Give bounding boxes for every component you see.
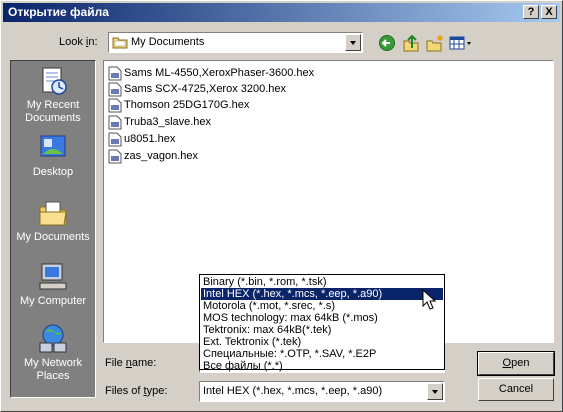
folder-icon: [112, 37, 128, 49]
file-type-dropdown-list: Binary (*.bin, *.rom, *.tsk) Intel HEX (…: [199, 274, 445, 372]
hex-file-icon: [108, 82, 122, 97]
hex-file-icon: [108, 66, 122, 81]
chevron-down-icon: [350, 41, 356, 45]
place-my-computer[interactable]: My Computer: [11, 261, 95, 308]
file-type-option[interactable]: MOS technology: max 64kB (*.mos): [201, 312, 443, 324]
hex-file-icon: [108, 98, 122, 113]
file-type-label: Files of type:: [105, 385, 168, 397]
place-label: My Documents: [16, 231, 90, 243]
hex-file-icon: [108, 115, 122, 130]
file-type-option[interactable]: Ext. Tektronix (*.tek): [201, 336, 443, 348]
file-type-option[interactable]: Motorola (*.mot, *.srec, *.s): [201, 300, 443, 312]
desktop-icon: [40, 135, 66, 157]
open-file-dialog: Открытие файла ? X Look in: My Documents: [0, 0, 563, 412]
network-places-icon: [39, 324, 67, 353]
places-bar: My Recent Documents Desktop My Documents: [10, 60, 96, 398]
file-type-option[interactable]: Binary (*.bin, *.rom, *.tsk): [201, 276, 443, 288]
my-documents-icon: [39, 201, 67, 226]
new-folder-icon[interactable]: [425, 34, 445, 52]
recent-documents-icon: [42, 67, 67, 95]
place-label: My Computer: [19, 295, 87, 307]
place-label: My Recent Documents: [25, 99, 81, 124]
place-label: My Network Places: [23, 357, 83, 382]
up-folder-icon[interactable]: [401, 34, 421, 52]
file-type-option-selected[interactable]: Intel HEX (*.hex, *.mcs, *.eep, *.a90): [201, 288, 443, 300]
file-name-label: File name:: [105, 357, 157, 369]
file-type-combo[interactable]: Intel HEX (*.hex, *.mcs, *.eep, *.a90): [199, 381, 445, 402]
file-type-option[interactable]: Все файлы (*.*): [201, 360, 443, 372]
window-title: Открытие файла: [8, 5, 109, 19]
my-computer-icon: [39, 263, 67, 290]
cancel-button[interactable]: Cancel: [478, 378, 554, 401]
place-label: Desktop: [32, 166, 74, 178]
look-in-value: My Documents: [131, 36, 205, 48]
place-my-documents[interactable]: My Documents: [11, 197, 95, 244]
file-type-option[interactable]: Специальные: *.OTP, *.SAV, *.E2P: [201, 348, 443, 360]
close-button[interactable]: X: [541, 5, 557, 19]
hex-file-icon: [108, 149, 122, 164]
file-type-value: Intel HEX (*.hex, *.mcs, *.eep, *.a90): [203, 385, 383, 397]
look-in-dropdown-button[interactable]: [345, 34, 361, 51]
back-icon[interactable]: [377, 34, 397, 52]
place-my-recent-documents[interactable]: My Recent Documents: [11, 65, 95, 125]
chevron-down-icon: [432, 390, 438, 394]
place-my-network-places[interactable]: My Network Places: [11, 323, 95, 383]
look-in-label: Look in:: [59, 36, 98, 48]
view-menu-icon[interactable]: [449, 34, 473, 52]
open-button[interactable]: Open: [477, 351, 555, 376]
file-type-option[interactable]: Tektronix: max 64kB(*.tek): [201, 324, 443, 336]
place-desktop[interactable]: Desktop: [11, 132, 95, 179]
help-button[interactable]: ?: [523, 5, 539, 19]
file-type-dropdown-button[interactable]: [427, 383, 443, 400]
title-bar[interactable]: Открытие файла ? X: [3, 3, 560, 22]
look-in-combo[interactable]: My Documents: [108, 32, 363, 53]
mouse-pointer-icon: [422, 289, 437, 310]
hex-file-icon: [108, 132, 122, 147]
